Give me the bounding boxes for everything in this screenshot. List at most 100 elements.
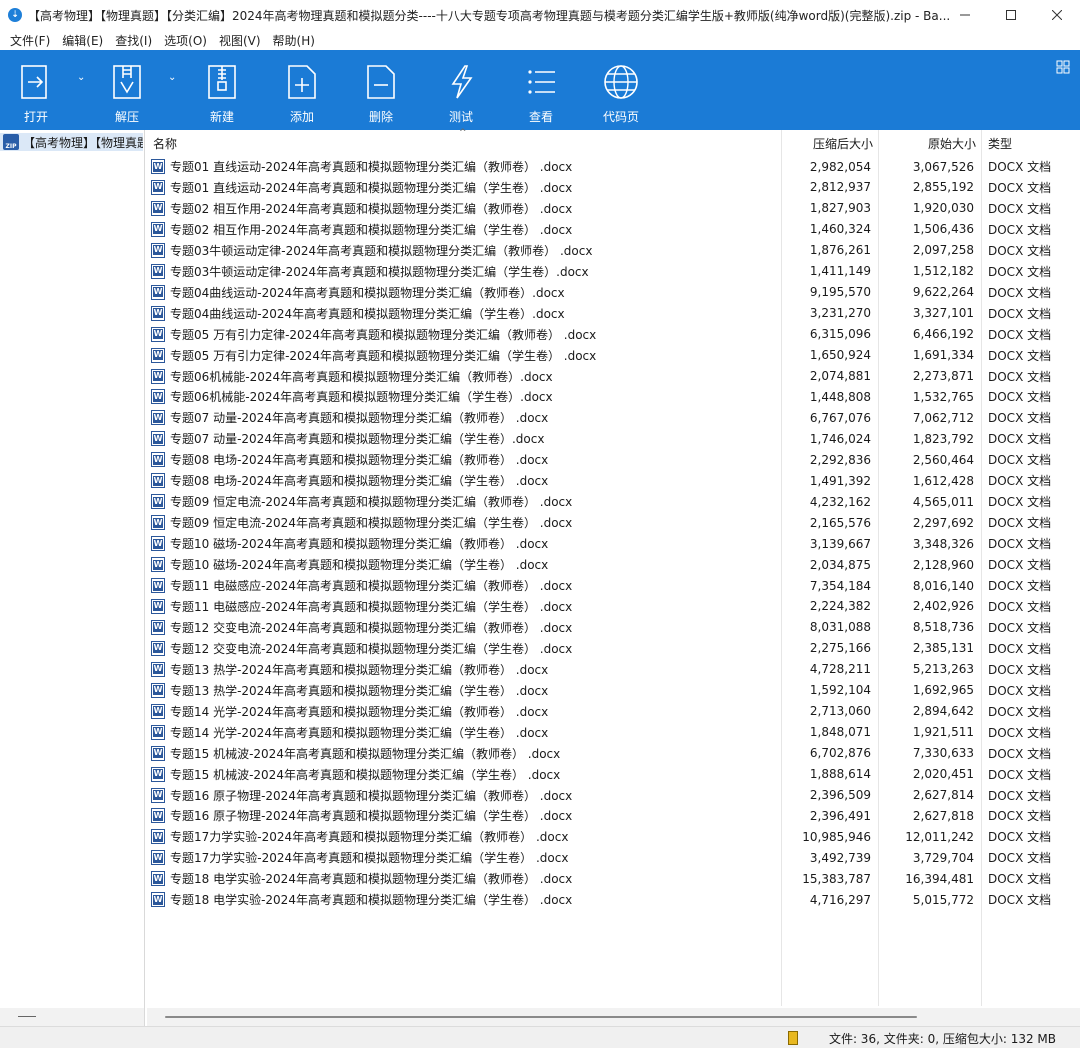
file-row[interactable]: W 专题01 直线运动-2024年高考真题和模拟题物理分类汇编（学生卷） .doc…: [147, 177, 1080, 198]
file-row[interactable]: W 专题06机械能-2024年高考真题和模拟题物理分类汇编（学生卷）.docx 1,…: [147, 386, 1080, 407]
file-row[interactable]: W 专题14 光学-2024年高考真题和模拟题物理分类汇编（教师卷） .docx 2…: [147, 701, 1080, 722]
file-row[interactable]: W 专题04曲线运动-2024年高考真题和模拟题物理分类汇编（学生卷）.docx 3…: [147, 303, 1080, 324]
word-document-icon-glyph: W: [153, 790, 163, 800]
open-button[interactable]: 打开: [4, 50, 68, 130]
file-row[interactable]: W 专题01 直线运动-2024年高考真题和模拟题物理分类汇编（教师卷） .doc…: [147, 156, 1080, 177]
file-row[interactable]: W 专题07 动量-2024年高考真题和模拟题物理分类汇编（教师卷） .docx 6…: [147, 407, 1080, 428]
file-row[interactable]: W 专题07 动量-2024年高考真题和模拟题物理分类汇编（学生卷）.docx 1,…: [147, 428, 1080, 449]
file-original-size: 1,691,334: [912, 348, 974, 363]
column-header-original[interactable]: 原始大小: [881, 130, 976, 156]
view-button[interactable]: 查看: [509, 50, 573, 130]
menu-view[interactable]: 视图(V): [213, 32, 267, 49]
file-name: 专题01 直线运动-2024年高考真题和模拟题物理分类汇编（教师卷） .docx: [170, 160, 573, 174]
file-type: DOCX 文档: [988, 516, 1052, 531]
file-row[interactable]: W 专题09 恒定电流-2024年高考真题和模拟题物理分类汇编（教师卷） .doc…: [147, 491, 1080, 512]
file-row[interactable]: W 专题11 电磁感应-2024年高考真题和模拟题物理分类汇编（教师卷） .doc…: [147, 575, 1080, 596]
column-header-compressed[interactable]: 压缩后大小: [783, 130, 873, 156]
file-row[interactable]: W 专题15 机械波-2024年高考真题和模拟题物理分类汇编（学生卷） .docx…: [147, 764, 1080, 785]
file-row[interactable]: W 专题17力学实验-2024年高考真题和模拟题物理分类汇编（教师卷） .docx…: [147, 826, 1080, 847]
file-row[interactable]: W 专题02 相互作用-2024年高考真题和模拟题物理分类汇编（学生卷） .doc…: [147, 219, 1080, 240]
word-document-icon-glyph: W: [153, 329, 163, 340]
file-name: 专题01 直线运动-2024年高考真题和模拟题物理分类汇编（学生卷） .docx: [170, 180, 573, 195]
word-document-icon-glyph: W: [153, 538, 163, 549]
file-row[interactable]: W 专题03牛顿运动定律-2024年高考真题和模拟题物理分类汇编（学生卷）.doc…: [147, 261, 1080, 282]
word-document-icon: W: [151, 389, 165, 405]
file-compressed-size: 1,650,924: [809, 348, 871, 363]
word-document-icon: W: [151, 305, 165, 321]
column-header-name[interactable]: 名称: [153, 130, 453, 156]
word-document-icon-glyph: W: [153, 852, 163, 863]
file-row[interactable]: W 专题05 万有引力定律-2024年高考真题和模拟题物理分类汇编（学生卷） .d…: [147, 345, 1080, 366]
file-row[interactable]: W 专题18 电学实验-2024年高考真题和模拟题物理分类汇编（教师卷） .doc…: [147, 868, 1080, 889]
codepage-button[interactable]: 代码页: [589, 50, 653, 130]
word-document-icon-glyph: W: [153, 245, 163, 256]
file-row[interactable]: W 专题04曲线运动-2024年高考真题和模拟题物理分类汇编（教师卷）.docx 9…: [147, 282, 1080, 303]
file-name: 专题09 恒定电流-2024年高考真题和模拟题物理分类汇编（学生卷） .docx: [170, 516, 573, 531]
file-type: DOCX 文档: [988, 264, 1052, 279]
delete-file-icon: [361, 62, 401, 102]
file-row[interactable]: W 专题12 交变电流-2024年高考真题和模拟题物理分类汇编（学生卷） .doc…: [147, 638, 1080, 659]
file-original-size: 12,011,242: [905, 829, 974, 844]
file-row[interactable]: W 专题15 机械波-2024年高考真题和模拟题物理分类汇编（教师卷） .docx…: [147, 743, 1080, 764]
file-row[interactable]: W 专题08 电场-2024年高考真题和模拟题物理分类汇编（学生卷） .docx 1…: [147, 470, 1080, 491]
menu-bar: 文件(F) 编辑(E) 查找(I) 选项(O) 视图(V) 帮助(H): [0, 30, 1080, 50]
file-compressed-size: 1,491,392: [809, 473, 871, 488]
column-header-type[interactable]: 类型: [988, 130, 1068, 156]
open-label: 打开: [23, 110, 48, 124]
tree-scroll-thumb[interactable]: [18, 1016, 36, 1017]
list-horizontal-scrollbar[interactable]: [147, 1008, 1080, 1026]
file-name: 专题12 交变电流-2024年高考真题和模拟题物理分类汇编（学生卷） .docx: [170, 641, 573, 656]
extract-button[interactable]: 解压: [95, 50, 159, 130]
layout-grid-icon[interactable]: [1056, 60, 1070, 74]
new-button[interactable]: 新建: [190, 50, 254, 130]
file-name: 专题16 原子物理-2024年高考真题和模拟题物理分类汇编（学生卷） .docx: [170, 809, 573, 824]
tree-item-archive-root[interactable]: ZIP 【高考物理】【物理真题】【分类汇编】2024年高考物理真题和模拟题分类: [0, 133, 143, 151]
file-row[interactable]: W 专题12 交变电流-2024年高考真题和模拟题物理分类汇编（教师卷） .doc…: [147, 617, 1080, 638]
add-button[interactable]: 添加: [270, 50, 334, 130]
file-row[interactable]: W 专题16 原子物理-2024年高考真题和模拟题物理分类汇编（学生卷） .doc…: [147, 805, 1080, 826]
file-compressed-size: 2,165,576: [809, 515, 871, 530]
file-row[interactable]: W 专题02 相互作用-2024年高考真题和模拟题物理分类汇编（教师卷） .doc…: [147, 198, 1080, 219]
file-row[interactable]: W 专题09 恒定电流-2024年高考真题和模拟题物理分类汇编（学生卷） .doc…: [147, 512, 1080, 533]
menu-find[interactable]: 查找(I): [109, 32, 158, 49]
file-row[interactable]: W 专题16 原子物理-2024年高考真题和模拟题物理分类汇编（教师卷） .doc…: [147, 785, 1080, 806]
close-button[interactable]: [1034, 0, 1080, 30]
open-dropdown-icon[interactable]: ⌄: [77, 72, 85, 83]
minimize-button[interactable]: [942, 0, 988, 30]
list-scroll-thumb[interactable]: [165, 1016, 917, 1018]
word-document-icon: W: [151, 557, 165, 573]
menu-help[interactable]: 帮助(H): [267, 32, 321, 49]
word-document-icon: W: [151, 808, 165, 824]
file-original-size: 2,627,818: [912, 808, 974, 823]
file-row[interactable]: W 专题13 热学-2024年高考真题和模拟题物理分类汇编（教师卷） .docx 4…: [147, 659, 1080, 680]
file-row[interactable]: W 专题10 磁场-2024年高考真题和模拟题物理分类汇编（学生卷） .docx 2…: [147, 554, 1080, 575]
file-list-pane: 名称 ^ 压缩后大小 原始大小 类型 W 专题01 直线运动-2024年高考真题和…: [147, 128, 1080, 1026]
extract-dropdown-icon[interactable]: ⌄: [168, 72, 176, 83]
menu-edit[interactable]: 编辑(E): [56, 32, 109, 49]
file-row[interactable]: W 专题18 电学实验-2024年高考真题和模拟题物理分类汇编（学生卷） .doc…: [147, 889, 1080, 910]
file-row[interactable]: W 专题11 电磁感应-2024年高考真题和模拟题物理分类汇编（学生卷） .doc…: [147, 596, 1080, 617]
word-document-icon-glyph: W: [153, 769, 163, 780]
word-document-icon-glyph: W: [153, 161, 163, 172]
maximize-button[interactable]: [988, 0, 1034, 30]
file-row[interactable]: W 专题17力学实验-2024年高考真题和模拟题物理分类汇编（学生卷） .docx…: [147, 847, 1080, 868]
bandizip-app-icon: ⇣: [8, 8, 22, 22]
tree-horizontal-scrollbar[interactable]: [0, 1008, 144, 1026]
file-row[interactable]: W 专题08 电场-2024年高考真题和模拟题物理分类汇编（教师卷） .docx 2…: [147, 449, 1080, 470]
word-document-icon-glyph: W: [153, 580, 163, 591]
file-row[interactable]: W 专题14 光学-2024年高考真题和模拟题物理分类汇编（学生卷） .docx 1…: [147, 722, 1080, 743]
file-row[interactable]: W 专题06机械能-2024年高考真题和模拟题物理分类汇编（教师卷）.docx 2,…: [147, 366, 1080, 387]
file-original-size: 1,692,965: [912, 683, 974, 698]
test-button[interactable]: 测试: [429, 50, 493, 130]
file-name: 专题06机械能-2024年高考真题和模拟题物理分类汇编（学生卷）.docx: [170, 390, 553, 405]
menu-file[interactable]: 文件(F): [4, 32, 56, 49]
menu-options[interactable]: 选项(O): [158, 32, 213, 49]
word-document-icon-glyph: W: [153, 350, 163, 361]
file-row[interactable]: W 专题10 磁场-2024年高考真题和模拟题物理分类汇编（教师卷） .docx 3…: [147, 533, 1080, 554]
file-name: 专题06机械能-2024年高考真题和模拟题物理分类汇编（教师卷）.docx: [170, 369, 553, 384]
file-row[interactable]: W 专题03牛顿运动定律-2024年高考真题和模拟题物理分类汇编（教师卷） .do…: [147, 240, 1080, 261]
delete-button[interactable]: 删除: [349, 50, 413, 130]
file-type: DOCX 文档: [988, 474, 1052, 489]
file-row[interactable]: W 专题05 万有引力定律-2024年高考真题和模拟题物理分类汇编（教师卷） .d…: [147, 324, 1080, 345]
file-row[interactable]: W 专题13 热学-2024年高考真题和模拟题物理分类汇编（学生卷） .docx 1…: [147, 680, 1080, 701]
